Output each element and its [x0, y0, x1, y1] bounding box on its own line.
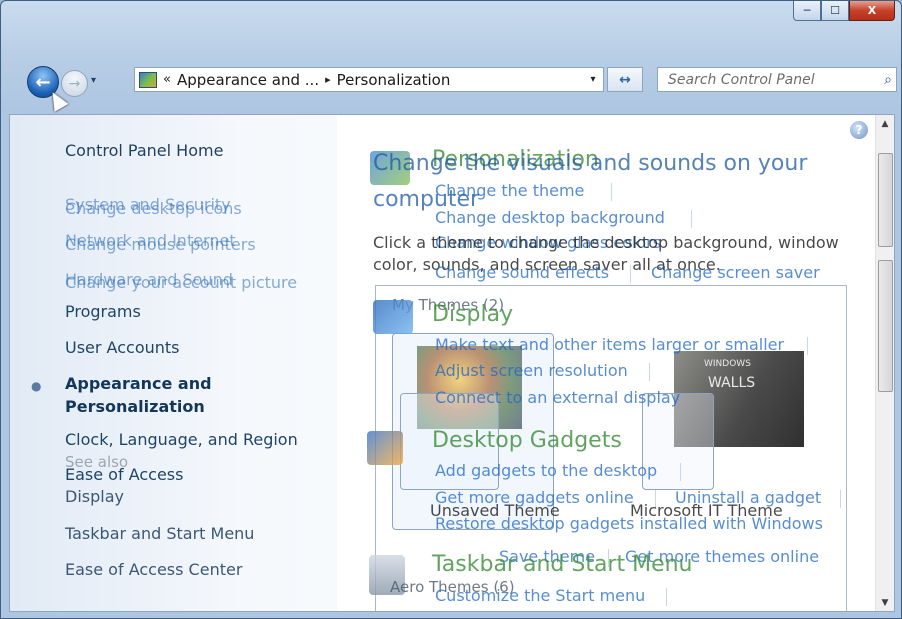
link-appearance-personalization[interactable]: Appearance and Personalization — [65, 372, 212, 418]
content-area: Control Panel Home System and Security C… — [9, 114, 895, 612]
link-customize-start-menu[interactable]: Customize the Start menu — [435, 586, 645, 605]
link-change-desktop-icons[interactable]: Change desktop icons — [65, 199, 242, 218]
address-dropdown[interactable]: ▾ — [582, 74, 603, 85]
main-pane: WINDOWS WALLS Personalization Change the… — [337, 115, 876, 611]
active-line-2: Personalization — [65, 397, 205, 416]
desktop-gadgets-icon — [367, 431, 403, 465]
link-add-gadgets[interactable]: Add gadgets to the desktop — [435, 461, 657, 480]
link-external-display[interactable]: Connect to an external display — [435, 388, 680, 407]
breadcrumb-personalization[interactable]: Personalization — [337, 71, 451, 89]
search-box[interactable]: ⌕ — [657, 67, 897, 92]
navigation-bar: ← → ▾ « Appearance and ... ▸ Personaliza… — [1, 63, 901, 99]
see-also-ease-center[interactable]: Ease of Access Center — [65, 560, 242, 579]
separator — [649, 363, 650, 381]
main-heading-line1: Change the visuals and sounds on your — [373, 151, 808, 176]
recent-pages-dropdown[interactable]: ▾ — [91, 75, 96, 86]
display-icon — [373, 300, 413, 334]
separator — [666, 588, 667, 606]
separator — [840, 490, 841, 508]
forward-arrow-icon: → — [68, 75, 81, 92]
separator — [611, 183, 612, 201]
taskbar-title[interactable]: Taskbar and Start Menu — [432, 552, 693, 577]
vertical-scrollbar[interactable]: ▲ ▼ — [875, 115, 894, 611]
close-button[interactable]: X — [849, 1, 895, 21]
caption-buttons: ─ ☐ X — [793, 1, 895, 23]
thumb2-caption-1: WINDOWS — [704, 359, 751, 369]
search-input[interactable] — [668, 71, 853, 88]
control-panel-icon — [139, 71, 157, 88]
refresh-icon: ↔ — [619, 71, 631, 88]
link-clock-language-region[interactable]: Clock, Language, and Region — [65, 430, 298, 449]
see-also-taskbar[interactable]: Taskbar and Start Menu — [65, 524, 254, 543]
active-bullet-icon: ● — [31, 379, 42, 393]
scrollbar-thumb-ghost — [878, 260, 893, 392]
task-pane: Control Panel Home System and Security C… — [10, 115, 337, 611]
minimize-button[interactable]: ─ — [793, 1, 821, 21]
separator — [630, 265, 631, 283]
address-bar[interactable]: « Appearance and ... ▸ Personalization ▾ — [134, 67, 604, 92]
scroll-down-arrow-icon[interactable]: ▼ — [876, 594, 894, 611]
forward-button[interactable]: → — [61, 70, 88, 97]
link-desktop-background[interactable]: Change desktop background — [435, 208, 665, 227]
link-screen-resolution[interactable]: Adjust screen resolution — [435, 361, 628, 380]
scrollbar-thumb[interactable] — [878, 153, 893, 247]
help-icon[interactable]: ? — [850, 121, 868, 139]
link-programs[interactable]: Programs — [65, 302, 141, 321]
link-restore-gadgets[interactable]: Restore desktop gadgets installed with W… — [435, 514, 823, 533]
link-user-accounts[interactable]: User Accounts — [65, 338, 180, 357]
link-text-size[interactable]: Make text and other items larger or smal… — [435, 335, 784, 354]
separator — [680, 463, 681, 481]
back-arrow-icon: ← — [35, 71, 51, 93]
thumb2-caption-2: WALLS — [708, 375, 756, 391]
link-change-account-picture[interactable]: Change your account picture — [65, 273, 297, 292]
breadcrumb-overflow[interactable]: « — [163, 72, 171, 87]
refresh-button[interactable]: ↔ — [607, 67, 643, 92]
desktop-gadgets-title[interactable]: Desktop Gadgets — [432, 428, 622, 453]
control-panel-home-link[interactable]: Control Panel Home — [65, 141, 223, 160]
link-screen-saver[interactable]: Change screen saver — [651, 263, 820, 282]
scroll-up-arrow-icon[interactable]: ▲ — [876, 115, 894, 132]
separator — [807, 337, 808, 355]
breadcrumb-appearance[interactable]: Appearance and ... — [177, 71, 319, 89]
main-desc-line1: Click a theme to change the desktop back… — [373, 233, 839, 252]
breadcrumb-separator-icon[interactable]: ▸ — [325, 73, 331, 86]
control-panel-window: ─ ☐ X ← → ▾ « Appearance and ... ▸ Perso… — [0, 0, 902, 619]
link-change-theme[interactable]: Change the theme — [435, 181, 584, 200]
see-also-display[interactable]: Display — [65, 487, 124, 506]
link-ease-of-access[interactable]: Ease of Access — [65, 465, 183, 484]
search-icon[interactable]: ⌕ — [884, 72, 892, 88]
separator — [691, 210, 692, 228]
link-sound-effects[interactable]: Change sound effects — [435, 263, 609, 282]
display-title[interactable]: Display — [432, 302, 513, 327]
maximize-button[interactable]: ☐ — [821, 1, 849, 21]
active-line-1: Appearance and — [65, 374, 212, 393]
link-change-mouse-pointers[interactable]: Change mouse pointers — [65, 235, 256, 254]
